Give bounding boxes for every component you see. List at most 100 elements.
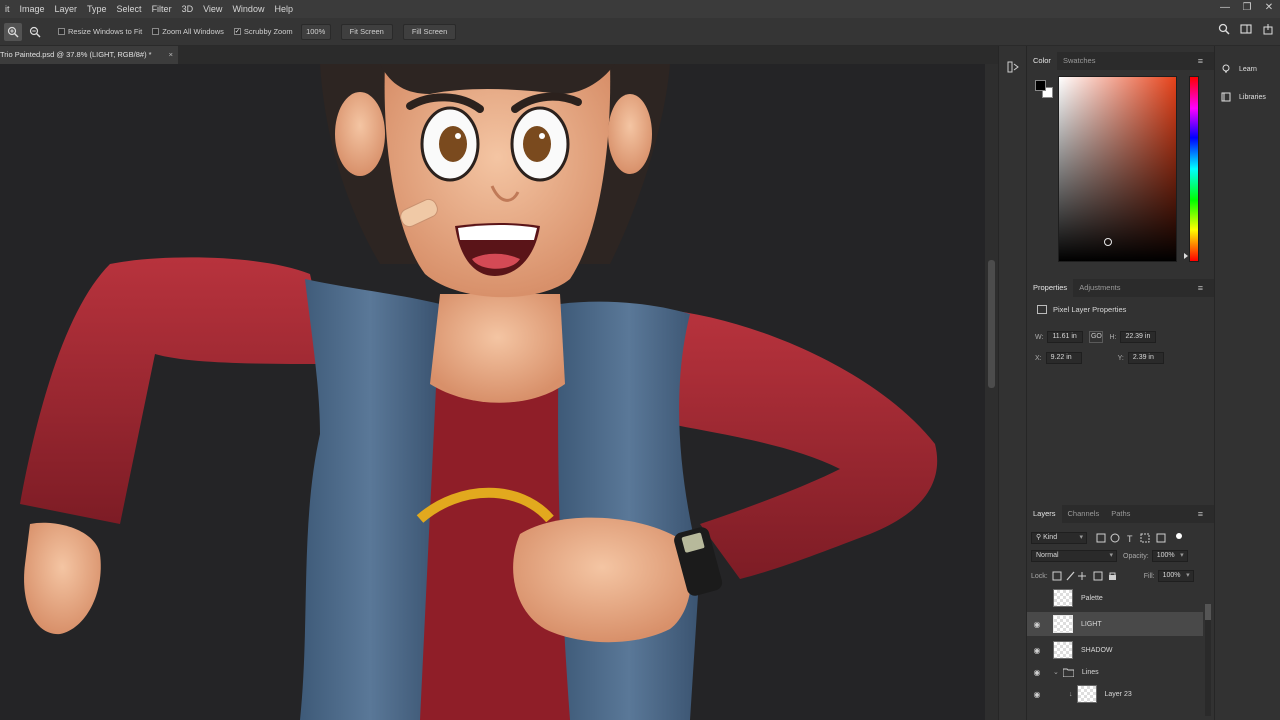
layers-scrollbar[interactable] <box>1205 604 1211 716</box>
eye-icon[interactable]: ◉ <box>1027 620 1047 629</box>
y-field[interactable]: 2.39 in <box>1127 352 1164 364</box>
layers-scrollbar-thumb[interactable] <box>1205 604 1211 620</box>
link-proportions-icon[interactable]: GO <box>1089 331 1104 343</box>
resize-windows-label: Resize Windows to Fit <box>68 27 143 36</box>
filter-icons[interactable]: T <box>1095 533 1185 543</box>
workspace-icon[interactable] <box>1240 23 1252 35</box>
right-ear <box>608 94 652 174</box>
scrubby-zoom-checkbox[interactable]: ✓ Scrubby Zoom <box>233 27 293 36</box>
width-field[interactable]: 11.61 in <box>1047 331 1084 343</box>
libraries-label: Libraries <box>1239 93 1266 101</box>
eye-icon[interactable]: ◉ <box>1027 646 1047 655</box>
collapsed-panel-column <box>998 46 1026 720</box>
libraries-icon <box>1221 92 1231 102</box>
share-icon[interactable] <box>1262 23 1274 35</box>
layer-thumbnail <box>1053 615 1073 633</box>
filter-kind-dropdown[interactable]: ⚲ Kind ▾ <box>1031 532 1087 544</box>
layer-name: LIGHT <box>1081 620 1102 628</box>
menu-layer[interactable]: Layer <box>50 0 83 18</box>
libraries-panel-button[interactable]: Libraries <box>1221 92 1266 102</box>
tab-layers[interactable]: Layers <box>1027 505 1062 523</box>
height-field[interactable]: 22.39 in <box>1120 331 1157 343</box>
menu-view[interactable]: View <box>198 0 227 18</box>
hue-slider-handle[interactable] <box>1184 253 1188 259</box>
color-field[interactable] <box>1058 76 1177 262</box>
document-tab[interactable]: Trio Painted.psd @ 37.8% (LIGHT, RGB/8#)… <box>0 46 178 64</box>
visibility-toggle-off[interactable] <box>1027 593 1047 603</box>
lock-icons[interactable] <box>1052 571 1142 581</box>
menu-select[interactable]: Select <box>112 0 147 18</box>
lock-row: Lock: Fill: 100% ▾ <box>1031 570 1194 582</box>
x-field[interactable]: 9.22 in <box>1045 352 1082 364</box>
pixel-layer-icon <box>1037 305 1047 314</box>
close-window-button[interactable]: ✕ <box>1258 0 1280 18</box>
layers-panel-tabs: Layers Channels Paths ≡ <box>1027 505 1215 523</box>
layers-panel-menu-icon[interactable]: ≡ <box>1192 505 1209 523</box>
scrollbar-thumb[interactable] <box>988 260 995 388</box>
height-label: H: <box>1109 333 1117 341</box>
resize-windows-checkbox[interactable]: Resize Windows to Fit <box>58 27 142 36</box>
foreground-background-swatch[interactable] <box>1035 80 1055 100</box>
layer-row-shadow[interactable]: ◉ SHADOW <box>1027 638 1203 662</box>
color-picker-ring[interactable] <box>1104 238 1112 246</box>
chevron-down-icon: ▾ <box>1109 552 1113 559</box>
properties-title: Pixel Layer Properties <box>1037 305 1126 314</box>
group-expand-chevron-icon[interactable]: ⌄ <box>1053 668 1059 676</box>
minimize-button[interactable]: — <box>1214 0 1236 18</box>
layer-group-lines[interactable]: ◉ ⌄ Lines <box>1027 662 1203 682</box>
learn-panel-button[interactable]: Learn <box>1221 64 1257 74</box>
checkbox-box <box>152 28 160 35</box>
tab-adjustments[interactable]: Adjustments <box>1073 279 1126 297</box>
lightbulb-icon <box>1222 64 1230 73</box>
fill-label: Fill: <box>1143 572 1155 580</box>
color-panel-tabs: Color Swatches ≡ <box>1027 52 1215 70</box>
restore-button[interactable]: ❐ <box>1236 0 1258 18</box>
blend-mode-value: Normal <box>1036 552 1059 559</box>
fill-field[interactable]: 100% ▾ <box>1157 570 1194 582</box>
menu-type[interactable]: Type <box>82 0 112 18</box>
fill-screen-button[interactable]: Fill Screen <box>402 23 457 40</box>
menu-3d[interactable]: 3D <box>177 0 199 18</box>
tab-paths[interactable]: Paths <box>1105 505 1136 523</box>
color-panel-menu-icon[interactable]: ≡ <box>1192 52 1209 70</box>
menu-window[interactable]: Window <box>227 0 269 18</box>
search-icon[interactable] <box>1218 23 1230 35</box>
layer-name: Lines <box>1081 668 1099 676</box>
opacity-field[interactable]: 100% ▾ <box>1151 550 1188 562</box>
properties-panel-tabs: Properties Adjustments ≡ <box>1027 279 1215 297</box>
canvas-area[interactable] <box>0 64 985 720</box>
history-icon[interactable] <box>1006 60 1020 74</box>
blend-mode-dropdown[interactable]: Normal ▾ <box>1031 550 1117 562</box>
zoom-100-button[interactable]: 100% <box>300 23 331 40</box>
tab-properties[interactable]: Properties <box>1027 279 1074 297</box>
close-document-icon[interactable]: × <box>169 46 173 64</box>
zoom-in-icon <box>7 26 19 37</box>
tab-swatches[interactable]: Swatches <box>1057 52 1102 70</box>
foreground-color-swatch[interactable] <box>1035 80 1046 91</box>
menu-help[interactable]: Help <box>269 0 298 18</box>
eye-icon[interactable]: ◉ <box>1027 668 1047 677</box>
layer-row-palette[interactable]: Palette <box>1027 586 1203 610</box>
tab-channels[interactable]: Channels <box>1062 505 1106 523</box>
properties-panel-menu-icon[interactable]: ≡ <box>1192 279 1209 297</box>
zoom-out-tool-button[interactable] <box>26 23 44 41</box>
menu-filter[interactable]: Filter <box>147 0 177 18</box>
canvas-scrollbar[interactable] <box>985 64 998 720</box>
tab-color[interactable]: Color <box>1027 52 1057 70</box>
menu-edit-partial[interactable]: it <box>0 0 15 18</box>
clip-arrow-icon: ↓ <box>1069 690 1073 698</box>
layer-filter-row: ⚲ Kind ▾ T <box>1031 532 1185 544</box>
right-dock: Learn Libraries <box>1214 46 1280 720</box>
zoom-in-tool-button[interactable] <box>4 22 22 41</box>
zoom-all-windows-checkbox[interactable]: Zoom All Windows <box>152 27 224 36</box>
opacity-label: Opacity: <box>1123 552 1149 560</box>
hue-slider[interactable] <box>1184 76 1199 262</box>
layer-row-light[interactable]: ◉ LIGHT <box>1027 612 1203 636</box>
left-arm <box>20 257 330 524</box>
menu-image[interactable]: Image <box>15 0 50 18</box>
layer-row-layer-23[interactable]: ◉ ↓ Layer 23 <box>1027 682 1203 706</box>
fit-screen-button[interactable]: Fit Screen <box>340 23 393 40</box>
layer-name: Layer 23 <box>1104 690 1132 698</box>
eye-icon[interactable]: ◉ <box>1027 690 1047 699</box>
chevron-down-icon: ▾ <box>1186 572 1190 579</box>
